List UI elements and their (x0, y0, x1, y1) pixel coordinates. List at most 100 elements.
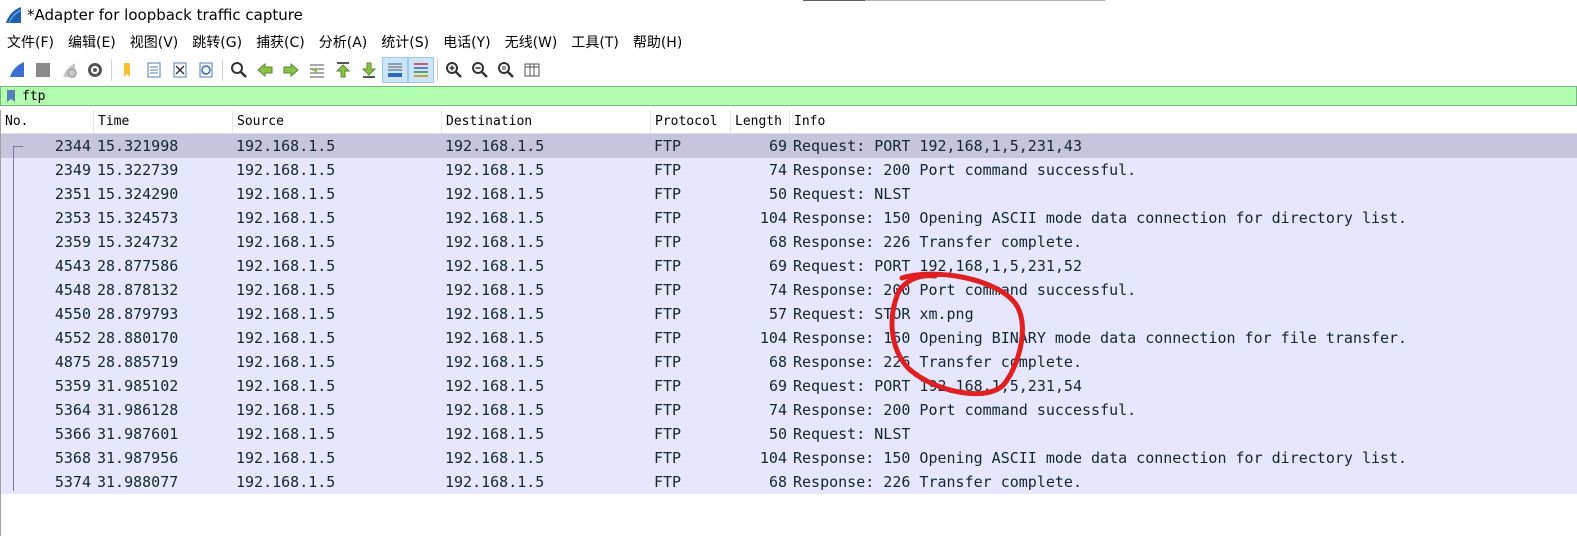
menu-wireless[interactable]: 无线(W) (498, 32, 565, 52)
packet-info: Request: PORT 192,168,1,5,231,43 (793, 137, 1082, 155)
resize-columns-icon[interactable] (519, 57, 545, 83)
packet-row[interactable]: 5364 31.986128 192.168.1.5 192.168.1.5 FTP 74… (1, 398, 1577, 422)
go-back-icon[interactable] (252, 57, 278, 83)
zoom-in-icon[interactable] (441, 57, 467, 83)
packet-source: 192.168.1.5 (236, 185, 336, 203)
packet-no: 5374 (54, 473, 91, 491)
packet-time: 28.880170 (97, 329, 179, 347)
column-header-time[interactable]: Time (94, 110, 233, 134)
conversation-tree-start (13, 146, 23, 147)
packet-source: 192.168.1.5 (236, 281, 336, 299)
packet-row[interactable]: 5359 31.985102 192.168.1.5 192.168.1.5 FTP 69… (1, 374, 1577, 398)
menu-statistics[interactable]: 统计(S) (374, 32, 436, 52)
stop-capture-icon[interactable] (30, 57, 56, 83)
capture-options-icon[interactable] (82, 57, 108, 83)
find-packet-icon[interactable] (226, 57, 252, 83)
packet-time: 31.987601 (97, 425, 179, 443)
packet-row[interactable]: 4550 28.879793 192.168.1.5 192.168.1.5 FTP 57… (1, 302, 1577, 326)
display-filter-input[interactable]: ftp (22, 89, 45, 104)
save-file-icon[interactable] (141, 57, 167, 83)
open-file-icon[interactable] (115, 57, 141, 83)
packet-destination: 192.168.1.5 (445, 449, 545, 467)
packet-no: 5368 (54, 449, 91, 467)
column-header-protocol[interactable]: Protocol (651, 110, 731, 134)
packet-row[interactable]: 4552 28.880170 192.168.1.5 192.168.1.5 FTP 10… (1, 326, 1577, 350)
column-header-info[interactable]: Info (790, 110, 1577, 134)
packet-time: 28.877586 (97, 257, 179, 275)
packet-protocol: FTP (654, 473, 682, 491)
packet-info: Request: PORT 192,168,1,5,231,54 (793, 377, 1082, 395)
restart-capture-icon[interactable] (56, 57, 82, 83)
window-title: *Adapter for loopback traffic capture (27, 6, 303, 24)
packet-time: 15.322739 (97, 161, 179, 179)
packet-row[interactable]: 2349 15.322739 192.168.1.5 192.168.1.5 FTP 74… (1, 158, 1577, 182)
packet-destination: 192.168.1.5 (445, 161, 545, 179)
packet-no: 5364 (54, 401, 91, 419)
packet-row[interactable]: 4875 28.885719 192.168.1.5 192.168.1.5 FTP 68… (1, 350, 1577, 374)
packet-protocol: FTP (654, 161, 682, 179)
packet-row[interactable]: 2353 15.324573 192.168.1.5 192.168.1.5 FTP 10… (1, 206, 1577, 230)
column-header-source[interactable]: Source (233, 110, 442, 134)
reload-file-icon[interactable] (193, 57, 219, 83)
packet-no: 4550 (54, 305, 91, 323)
packet-protocol: FTP (654, 449, 682, 467)
packet-length: 104 (759, 449, 787, 467)
main-toolbar (0, 55, 1577, 84)
packet-time: 28.885719 (97, 353, 179, 371)
menu-analyze[interactable]: 分析(A) (312, 32, 375, 52)
packet-length: 50 (768, 425, 787, 443)
packet-no: 4548 (54, 281, 91, 299)
packet-destination: 192.168.1.5 (445, 377, 545, 395)
close-file-icon[interactable] (167, 57, 193, 83)
zoom-out-icon[interactable] (467, 57, 493, 83)
packet-row[interactable]: 2359 15.324732 192.168.1.5 192.168.1.5 FTP 68… (1, 230, 1577, 254)
menu-help[interactable]: 帮助(H) (626, 32, 689, 52)
packet-row[interactable]: 4543 28.877586 192.168.1.5 192.168.1.5 FTP 69… (1, 254, 1577, 278)
packet-row[interactable]: 2351 15.324290 192.168.1.5 192.168.1.5 FTP 50… (1, 182, 1577, 206)
column-header-destination[interactable]: Destination (442, 110, 651, 134)
packet-length: 104 (759, 209, 787, 227)
packet-source: 192.168.1.5 (236, 353, 336, 371)
packet-no: 4875 (54, 353, 91, 371)
packet-protocol: FTP (654, 401, 682, 419)
column-header-length[interactable]: Length (731, 110, 790, 134)
packet-source: 192.168.1.5 (236, 257, 336, 275)
packet-row[interactable]: 5368 31.987956 192.168.1.5 192.168.1.5 FTP 10… (1, 446, 1577, 470)
packet-length: 104 (759, 329, 787, 347)
packet-no: 2359 (54, 233, 91, 251)
menu-telephony[interactable]: 电话(Y) (436, 32, 497, 52)
packet-destination: 192.168.1.5 (445, 209, 545, 227)
menu-edit[interactable]: 编辑(E) (61, 32, 123, 52)
colorize-icon[interactable] (408, 56, 434, 83)
column-header-no[interactable]: No. (1, 110, 94, 134)
packet-protocol: FTP (654, 209, 682, 227)
shark-fin-start-icon[interactable] (4, 57, 30, 83)
conversation-tree-line (13, 146, 14, 491)
packet-info: Response: 150 Opening ASCII mode data co… (793, 449, 1408, 467)
first-packet-icon[interactable] (330, 57, 356, 83)
menu-file[interactable]: 文件(F) (0, 32, 61, 52)
packet-row[interactable]: 4548 28.878132 192.168.1.5 192.168.1.5 FTP 74… (1, 278, 1577, 302)
autoscroll-icon[interactable] (382, 56, 408, 83)
packet-info: Request: NLST (793, 425, 911, 443)
packet-time: 15.324290 (97, 185, 179, 203)
packet-row[interactable]: 5366 31.987601 192.168.1.5 192.168.1.5 FTP 50… (1, 422, 1577, 446)
packet-row[interactable]: 5374 31.988077 192.168.1.5 192.168.1.5 FTP 68… (1, 470, 1577, 494)
menu-go[interactable]: 跳转(G) (185, 32, 249, 52)
menu-tools[interactable]: 工具(T) (564, 32, 625, 52)
last-packet-icon[interactable] (356, 57, 382, 83)
packet-row[interactable]: 2344 15.321998 192.168.1.5 192.168.1.5 FTP 69… (1, 134, 1577, 158)
toolbar-separator (111, 58, 112, 81)
title-bar: *Adapter for loopback traffic capture (0, 0, 1577, 30)
packet-protocol: FTP (654, 425, 682, 443)
packet-destination: 192.168.1.5 (445, 473, 545, 491)
go-forward-icon[interactable] (278, 57, 304, 83)
filter-bookmark-icon[interactable] (4, 88, 18, 104)
zoom-normal-icon[interactable] (493, 57, 519, 83)
go-to-packet-icon[interactable] (304, 57, 330, 83)
packet-list-header: No. Time Source Destination Protocol Len… (1, 110, 1577, 134)
packet-destination: 192.168.1.5 (445, 401, 545, 419)
menu-view[interactable]: 视图(V) (123, 32, 186, 52)
menu-capture[interactable]: 捕获(C) (249, 32, 312, 52)
packet-destination: 192.168.1.5 (445, 137, 545, 155)
